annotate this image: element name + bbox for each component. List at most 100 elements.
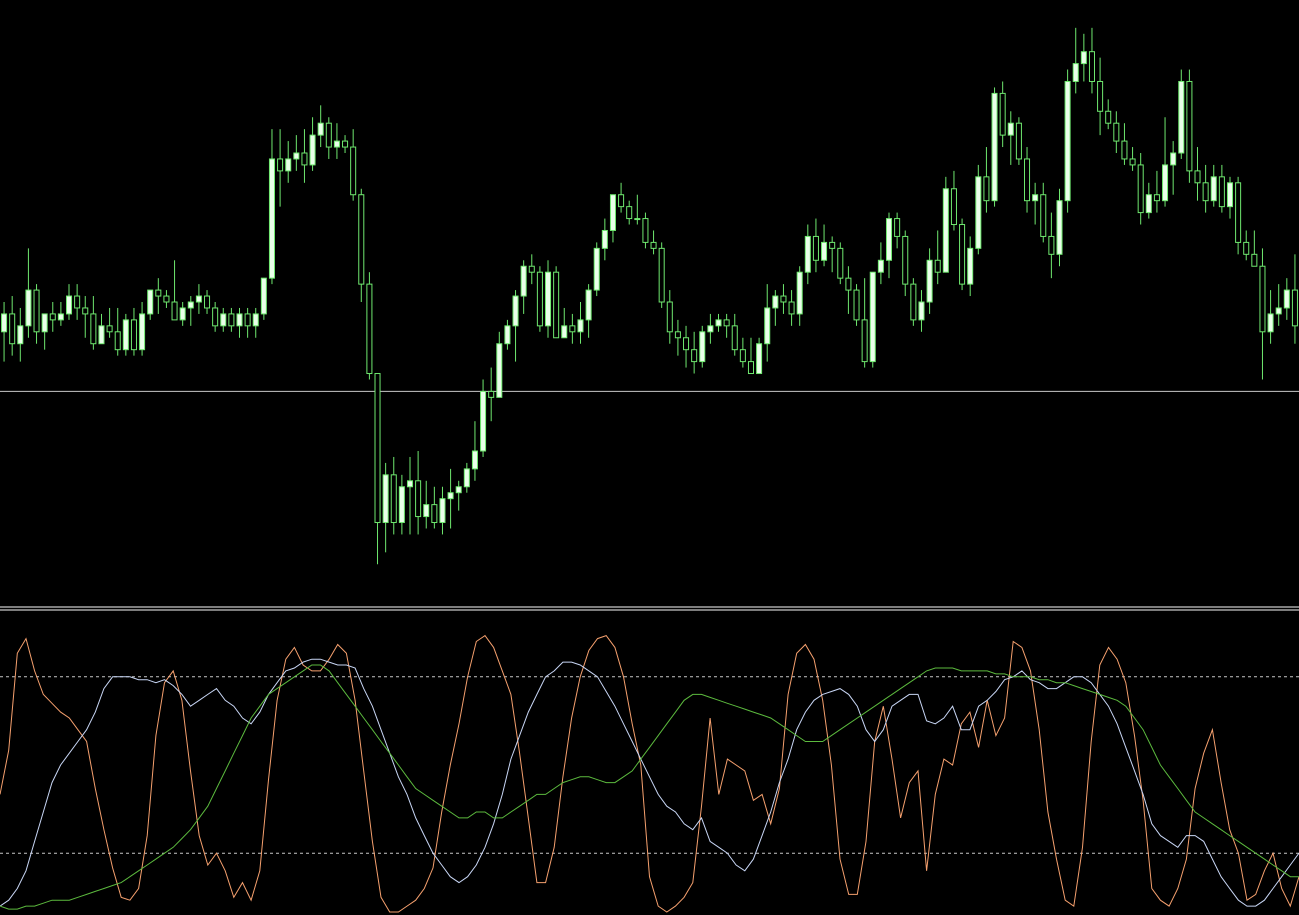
candle-body bbox=[244, 313, 251, 327]
candle bbox=[942, 176, 949, 273]
candle-body bbox=[512, 295, 519, 327]
candle-body bbox=[593, 247, 600, 291]
chart-canvas bbox=[0, 0, 1299, 915]
candle-body bbox=[25, 289, 32, 327]
candle bbox=[959, 218, 966, 291]
candle-body bbox=[845, 277, 852, 291]
candle-body bbox=[1243, 241, 1250, 255]
candle-body bbox=[821, 241, 828, 261]
candle-body bbox=[488, 390, 495, 398]
candle bbox=[853, 284, 860, 326]
candle bbox=[544, 260, 552, 338]
candle-body bbox=[147, 289, 154, 315]
candle-body bbox=[496, 343, 503, 398]
candle bbox=[910, 278, 917, 326]
candle-body bbox=[975, 176, 982, 249]
candle-body bbox=[1162, 164, 1169, 202]
candle-body bbox=[756, 343, 763, 375]
candle-body bbox=[1202, 182, 1209, 202]
candle-body bbox=[455, 486, 462, 494]
candle-body bbox=[350, 146, 357, 196]
candle-body bbox=[577, 319, 584, 333]
candle-body bbox=[650, 241, 657, 249]
candle-body bbox=[471, 450, 478, 470]
candle-body bbox=[415, 480, 422, 518]
candle-body bbox=[268, 158, 275, 279]
candle-body bbox=[1048, 235, 1055, 255]
candle-body bbox=[17, 325, 24, 345]
candle-body bbox=[49, 313, 56, 321]
candle-body bbox=[325, 122, 332, 148]
candle bbox=[122, 313, 129, 356]
candle-body bbox=[398, 486, 405, 524]
candle-body bbox=[618, 194, 625, 208]
candle-body bbox=[480, 390, 487, 452]
candle-body bbox=[520, 265, 527, 297]
candle-body bbox=[1113, 122, 1120, 142]
candle-body bbox=[715, 319, 722, 327]
candle-body bbox=[683, 337, 690, 351]
candle-body bbox=[1097, 80, 1104, 112]
candle-body bbox=[642, 218, 649, 243]
candle-body bbox=[739, 349, 746, 363]
candle-body bbox=[1267, 313, 1274, 333]
candle-body bbox=[666, 301, 673, 333]
candle-body bbox=[1283, 289, 1290, 309]
candle bbox=[991, 87, 998, 207]
candle-body bbox=[342, 140, 349, 148]
candle bbox=[837, 242, 844, 285]
candle bbox=[593, 242, 600, 297]
candle-body bbox=[861, 319, 868, 363]
candle-body bbox=[163, 295, 170, 303]
candle-body bbox=[195, 295, 202, 303]
candle-body bbox=[1015, 122, 1022, 160]
candle-body bbox=[837, 247, 844, 279]
candle-body bbox=[788, 301, 795, 315]
candle-body bbox=[626, 206, 633, 220]
candle-body bbox=[853, 289, 860, 321]
candle-body bbox=[764, 307, 771, 345]
candle-body bbox=[1088, 51, 1095, 82]
candle-body bbox=[1251, 253, 1258, 267]
candle-body bbox=[1210, 176, 1217, 202]
candle-body bbox=[902, 235, 909, 285]
candle-body bbox=[1137, 164, 1144, 214]
candle-body bbox=[942, 188, 949, 273]
candle-body bbox=[991, 92, 998, 202]
candle-body bbox=[634, 218, 641, 221]
candle bbox=[975, 164, 982, 255]
candle bbox=[699, 325, 706, 368]
candle-body bbox=[122, 319, 129, 351]
candle-body bbox=[934, 259, 941, 273]
candle-body bbox=[959, 224, 966, 285]
candle-body bbox=[1275, 307, 1282, 315]
candle-body bbox=[1007, 122, 1014, 136]
candle-body bbox=[528, 265, 535, 273]
candle-body bbox=[950, 188, 957, 226]
candle-body bbox=[374, 373, 381, 524]
candle-body bbox=[877, 259, 884, 273]
candle-body bbox=[228, 313, 235, 327]
candle-body bbox=[139, 313, 146, 351]
candle-body bbox=[333, 140, 340, 148]
candle-body bbox=[723, 319, 730, 327]
candle-body bbox=[747, 361, 755, 375]
candle bbox=[1178, 69, 1185, 159]
candle-body bbox=[1194, 170, 1201, 184]
candle-body bbox=[1032, 194, 1039, 202]
candle-body bbox=[366, 283, 373, 375]
candle-body bbox=[431, 504, 438, 524]
candle-body bbox=[1178, 80, 1185, 154]
candle-body bbox=[1186, 80, 1193, 172]
candle-body bbox=[1226, 182, 1234, 208]
candle-body bbox=[382, 474, 389, 524]
candle-body bbox=[463, 468, 470, 488]
candle-body bbox=[179, 307, 186, 321]
candle-body bbox=[285, 158, 292, 172]
chart-area bbox=[0, 0, 1299, 915]
candle-body bbox=[609, 194, 616, 231]
candle-body bbox=[1064, 80, 1071, 202]
candle-body bbox=[317, 122, 324, 136]
candle-body bbox=[691, 349, 698, 363]
candle-body bbox=[536, 271, 543, 327]
